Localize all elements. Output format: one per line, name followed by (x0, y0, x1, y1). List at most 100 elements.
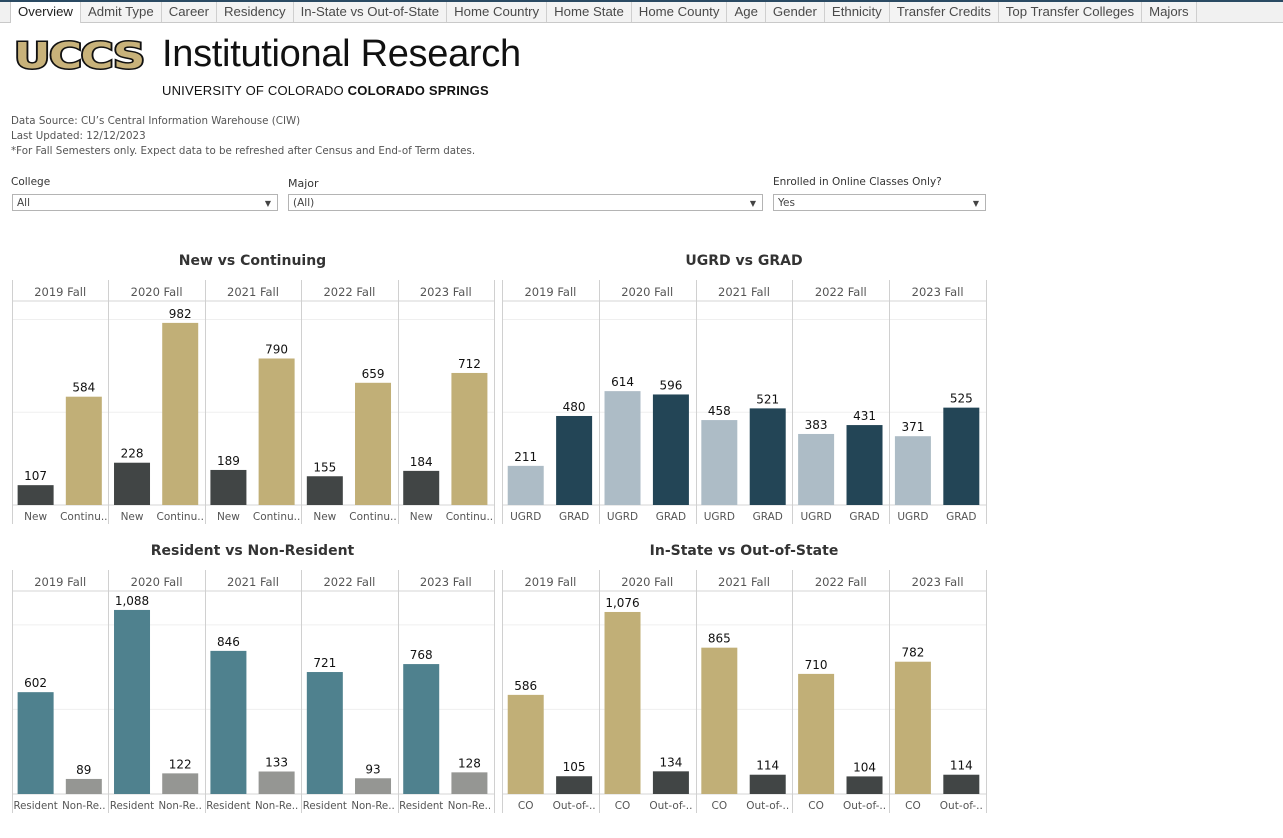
data-label: 521 (756, 392, 779, 406)
panel-header-label: 2019 Fall (524, 575, 576, 589)
category-label: CO (712, 800, 728, 812)
data-label: 114 (756, 759, 779, 773)
category-label: GRAD (753, 511, 783, 523)
data-label: 982 (169, 307, 192, 321)
bar-ugrd-2019-fall (507, 465, 544, 505)
bar-resident-2021-fall (210, 650, 247, 794)
panel-header-label: 2020 Fall (131, 285, 183, 299)
major-filter-dropdown[interactable]: (All) ▼ (288, 194, 763, 211)
category-label: Resident (14, 801, 58, 812)
category-label: UGRD (607, 511, 638, 523)
tab-in-state-vs-out-of-state[interactable]: In-State vs Out-of-State (293, 2, 448, 22)
panel-header-label: 2023 Fall (912, 575, 964, 589)
bar-grad-2023-fall (943, 407, 980, 505)
bar-non-resident-2023-fall (451, 772, 488, 794)
bar-co-2021-fall (701, 647, 738, 794)
category-label: CO (615, 800, 631, 812)
tab-home-county[interactable]: Home County (631, 2, 728, 22)
data-label: 1,076 (605, 596, 639, 610)
data-label: 596 (659, 378, 682, 392)
bar-non-resident-2022-fall (355, 778, 392, 794)
tab-home-state[interactable]: Home State (547, 2, 632, 22)
tab-top-transfer-colleges[interactable]: Top Transfer Colleges (998, 2, 1143, 22)
category-label: CO (808, 800, 824, 812)
tab-gender[interactable]: Gender (765, 2, 825, 22)
college-filter-dropdown[interactable]: All ▼ (12, 194, 278, 211)
category-label: New (24, 511, 47, 523)
online-filter-dropdown[interactable]: Yes ▼ (773, 194, 986, 211)
panel-header-label: 2022 Fall (323, 285, 375, 299)
data-source-text: Data Source: CU’s Central Information Wa… (11, 115, 301, 127)
data-label: 721 (313, 656, 336, 670)
data-label: 846 (217, 635, 240, 649)
category-label: Resident (110, 801, 154, 812)
tab-career[interactable]: Career (161, 2, 218, 22)
panel-header-label: 2019 Fall (524, 285, 576, 299)
category-label: Non-Re.. (62, 801, 105, 812)
subtitle-regular: UNIVERSITY OF COLORADO (162, 83, 348, 98)
data-label: 122 (169, 757, 192, 771)
category-label: Non-Re.. (255, 801, 298, 812)
data-label: 710 (805, 658, 828, 672)
data-label: 383 (805, 418, 828, 432)
category-label: GRAD (946, 511, 976, 523)
tab-residency[interactable]: Residency (217, 2, 294, 22)
category-label: Continu.. (349, 511, 396, 523)
bar-ugrd-2022-fall (798, 433, 835, 505)
online-filter-value: Yes (778, 197, 795, 209)
tab-age[interactable]: Age (727, 2, 766, 22)
data-label: 189 (217, 454, 240, 468)
bar-out-of-state-2023-fall (943, 774, 980, 794)
panel-header-label: 2020 Fall (621, 285, 673, 299)
bar-out-of-state-2020-fall (652, 771, 689, 794)
tab-home-country[interactable]: Home Country (447, 2, 548, 22)
uccs-logo: UCCS (12, 37, 146, 74)
tab-ethnicity[interactable]: Ethnicity (824, 2, 890, 22)
category-label: Out-of-.. (843, 800, 886, 812)
bar-co-2020-fall (604, 611, 641, 794)
category-label: Non-Re.. (351, 801, 394, 812)
data-label: 184 (410, 455, 433, 469)
tab-majors[interactable]: Majors (1142, 2, 1197, 22)
category-label: New (410, 511, 433, 523)
bar-grad-2019-fall (556, 415, 593, 505)
bar-grad-2020-fall (652, 394, 689, 505)
panel-header-label: 2021 Fall (718, 575, 770, 589)
category-label: GRAD (559, 511, 589, 523)
category-label: Out-of-.. (746, 800, 789, 812)
panel-header-label: 2020 Fall (621, 575, 673, 589)
bar-new-2022-fall (306, 476, 343, 505)
bar-resident-2023-fall (403, 664, 440, 794)
category-label: Continu.. (446, 511, 493, 523)
data-label: 107 (24, 469, 47, 483)
bar-ugrd-2020-fall (604, 391, 641, 505)
bar-continuing-2020-fall (162, 322, 199, 505)
data-label: 371 (901, 420, 924, 434)
panel-header-label: 2021 Fall (718, 285, 770, 299)
data-label: 659 (362, 367, 385, 381)
category-label: Resident (399, 801, 443, 812)
chart-resident-vs-non-resident: 2019 Fall 602 Resident 89 Non-Re.. 2020 Fall 1… (12, 570, 495, 813)
page-subtitle: UNIVERSITY OF COLORADO COLORADO SPRINGS (162, 83, 489, 98)
category-label: Resident (303, 801, 347, 812)
data-label: 1,088 (115, 594, 149, 608)
tab-transfer-credits[interactable]: Transfer Credits (889, 2, 999, 22)
tab-overview[interactable]: Overview (11, 2, 81, 23)
tab-admit-type[interactable]: Admit Type (80, 2, 162, 22)
bar-resident-2022-fall (306, 672, 343, 794)
subtitle-bold: COLORADO SPRINGS (347, 83, 489, 98)
chevron-down-icon: ▼ (264, 199, 271, 208)
tab-bar-lead (0, 2, 11, 22)
data-label: 782 (901, 646, 924, 660)
bar-co-2022-fall (798, 673, 835, 794)
bar-co-2023-fall (894, 661, 931, 794)
category-label: GRAD (656, 511, 686, 523)
college-filter-label: College (11, 176, 51, 188)
category-label: Continu.. (156, 511, 203, 523)
data-label: 480 (563, 400, 586, 414)
category-label: Resident (206, 801, 250, 812)
category-label: CO (518, 800, 534, 812)
chevron-down-icon: ▼ (749, 199, 756, 208)
category-label: Non-Re.. (159, 801, 202, 812)
data-label: 114 (950, 759, 973, 773)
